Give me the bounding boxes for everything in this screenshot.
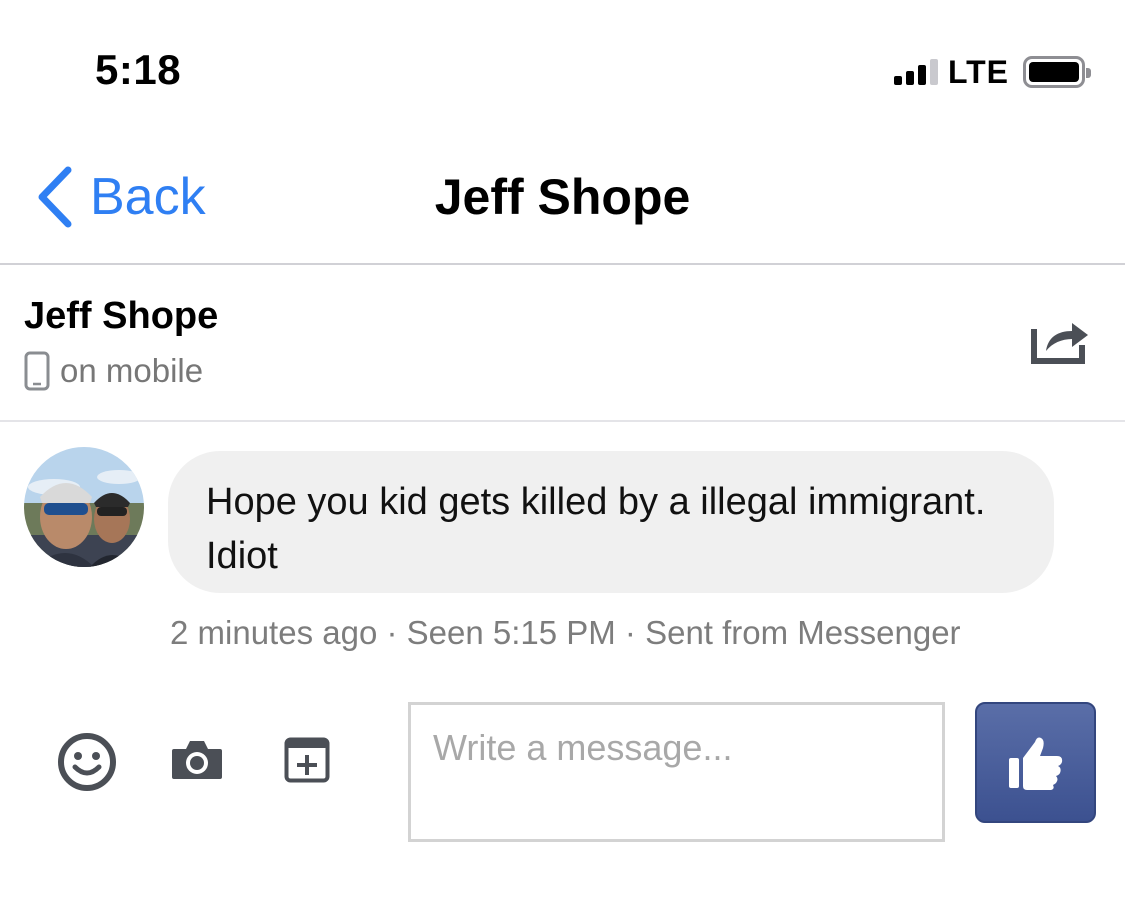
like-button[interactable]	[975, 702, 1096, 823]
message-bubble[interactable]: Hope you kid gets killed by a illegal im…	[168, 451, 1054, 593]
share-button[interactable]	[1030, 313, 1090, 365]
signal-icon	[893, 59, 938, 85]
share-icon	[1031, 323, 1088, 364]
battery-icon	[1023, 56, 1091, 88]
page-title: Jeff Shope	[434, 169, 691, 225]
contact-name[interactable]: Jeff Shope	[24, 295, 218, 338]
smiley-icon	[58, 733, 116, 791]
profile-photo	[24, 447, 144, 567]
presence-label: on mobile	[60, 352, 204, 389]
message-input[interactable]	[408, 702, 945, 842]
navigation-bar: Back Jeff Shope	[0, 130, 1125, 265]
add-file-icon	[284, 737, 330, 783]
status-time: 5:18	[95, 46, 182, 93]
message-text: Hope you kid gets killed by a illegal im…	[206, 481, 986, 577]
status-bar: 5:18 LTE	[0, 0, 1125, 130]
emoji-button[interactable]	[58, 733, 116, 791]
mobile-phone-icon	[24, 351, 50, 391]
camera-button[interactable]	[170, 737, 224, 781]
message-meta: 2 minutes ago · Seen 5:15 PM · Sent from…	[170, 614, 961, 651]
presence-status: on mobile	[24, 351, 203, 391]
thumbs-up-icon	[1008, 737, 1062, 790]
camera-icon	[172, 741, 222, 779]
status-indicators: LTE	[893, 52, 1091, 92]
attach-button[interactable]	[284, 737, 330, 783]
network-type: LTE	[947, 53, 1009, 90]
thread-header: Jeff Shope on mobile	[0, 265, 1125, 422]
avatar[interactable]	[24, 447, 144, 567]
